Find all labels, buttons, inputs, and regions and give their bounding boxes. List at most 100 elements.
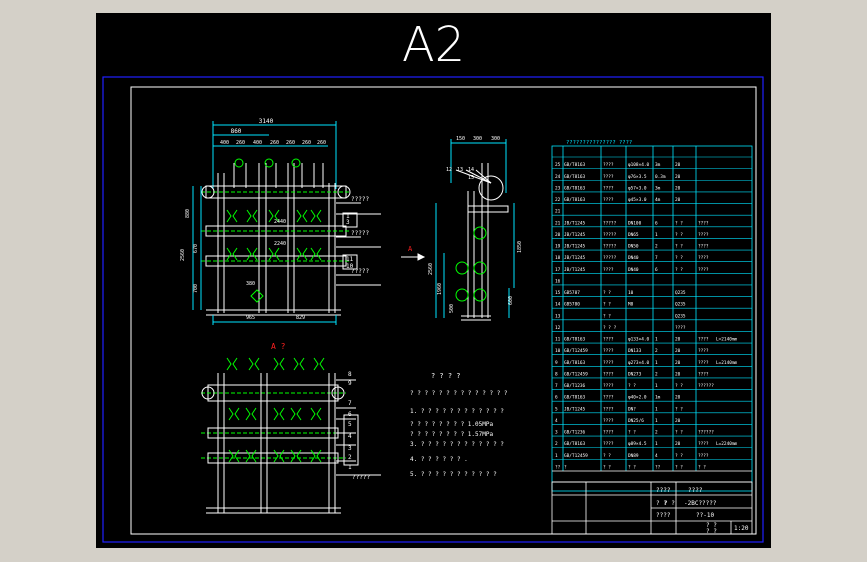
table-cell: 20 — [555, 232, 561, 238]
dim-v-2: 2560 — [180, 249, 186, 261]
table-cell: ? ? — [628, 383, 636, 389]
table-cell: ???? — [698, 220, 709, 226]
tech-note-6: 5. ? ? ? ? ? ? ? ? ? ? ? — [410, 471, 497, 478]
tech-note-3: ? ? ? ? ? ? ? ? 1.57MPa — [410, 431, 493, 438]
table-cell: 8 — [555, 371, 558, 377]
table-cell: 4 — [555, 418, 558, 424]
table-cell: 20 — [675, 197, 681, 203]
table-cell: ???? — [603, 406, 614, 412]
title-block-scale: 1:20 — [734, 525, 749, 532]
title-block-e: -2BC????? — [684, 500, 717, 507]
callout-text-3: ????? — [351, 268, 369, 275]
table-cell: 20 — [675, 348, 681, 354]
table-cell: ???? — [603, 383, 614, 389]
table-cell: 1 — [655, 441, 658, 447]
table-cell: 6 — [655, 267, 658, 273]
table-cell: 1 — [655, 406, 658, 412]
table-cell: φ57×3.0 — [628, 185, 647, 191]
table-cell: ? ? — [628, 465, 636, 471]
table-cell: ???? — [603, 418, 614, 424]
table-cell: 20 — [675, 441, 681, 447]
table-cell: DN65 — [628, 232, 639, 238]
table-cell: GB/T12459 — [564, 453, 588, 459]
table-cell: 19 — [555, 244, 561, 250]
table-cell: GB/T1236 — [564, 383, 586, 389]
callout-11: 11 — [346, 256, 354, 263]
table-cell: L=2140mm — [716, 337, 738, 343]
table-cell: 7 — [555, 383, 558, 389]
table-cell: ???? — [698, 232, 709, 238]
parts-table-rows: 25 GB/T8163???? φ108×4.0 3m 2024 GB/T8163????… — [552, 156, 752, 471]
table-cell: 20 — [675, 185, 681, 191]
table-cell: 2 — [655, 348, 658, 354]
table-cell: ???? — [675, 325, 686, 331]
dim-top-part-6: 260 — [317, 140, 326, 146]
table-cell: 17 — [555, 267, 561, 273]
side-dim-v-0: 2560 — [428, 263, 434, 275]
table-cell: ? ? — [603, 313, 611, 319]
tech-note-0: ? ? ? ? ? ? ? ? ? ? ? ? ? ? — [410, 390, 508, 397]
table-cell: ???? — [603, 441, 614, 447]
table-cell: ???? — [603, 371, 614, 377]
table-cell: 5 — [555, 406, 558, 412]
side-dim-v-4: 500 — [449, 304, 455, 313]
table-cell: φ273×4.0 — [628, 360, 650, 366]
table-cell: Q235 — [675, 302, 686, 308]
table-cell: ???? — [698, 453, 709, 459]
title-block-b: ???? — [688, 487, 703, 494]
leader-14: 14 — [468, 167, 474, 173]
cad-drawing: 25 GB/T8163???? φ108×4.0 3m 2024 GB/T8163????… — [102, 76, 764, 543]
table-cell: ???? — [603, 162, 614, 168]
table-cell: 7 — [655, 255, 658, 261]
tech-note-5: 4. ? ? ? ? ? ? . — [410, 456, 468, 463]
table-cell: 20 — [675, 337, 681, 343]
table-cell: DN273 — [628, 371, 642, 377]
table-cell: ? ? — [675, 430, 683, 436]
section-arrow-label: A — [408, 245, 413, 253]
table-cell: 1 — [655, 383, 658, 389]
table-cell: 1 — [655, 360, 658, 366]
table-cell: φ40×2.0 — [628, 395, 647, 401]
table-cell: ? ? — [675, 267, 683, 273]
table-cell: 21 — [555, 220, 561, 226]
table-cell: 1 — [555, 453, 558, 459]
table-cell: ? ? — [675, 244, 683, 250]
table-cell: φ108×4.0 — [628, 162, 650, 168]
table-cell: 22 — [555, 197, 561, 203]
table-cell: ???? — [698, 337, 709, 343]
table-cell: ?????? — [698, 430, 714, 436]
table-cell: 3 — [555, 430, 558, 436]
table-cell: JB/T1245 — [564, 255, 586, 261]
callout-text-1: ????? — [351, 196, 369, 203]
table-cell: ???? — [603, 197, 614, 203]
dim-mid-2: 2240 — [274, 241, 286, 247]
title-block-d: ? ? — [664, 500, 675, 507]
table-cell: ???? — [603, 337, 614, 343]
table-cell: 25 — [555, 162, 561, 168]
title-block-g: ??-10 — [696, 512, 714, 519]
table-cell: 11 — [555, 337, 561, 343]
table-cell: φ45×3.0 — [628, 197, 647, 203]
table-cell: JB/T1245 — [564, 267, 586, 273]
table-cell: ? ? — [675, 453, 683, 459]
table-cell: ? ? — [698, 465, 706, 471]
table-cell: ????? — [603, 220, 617, 226]
table-cell: GB/T8163 — [564, 185, 586, 191]
table-cell: 14 — [555, 302, 561, 308]
table-cell: GB/T8163 — [564, 197, 586, 203]
table-cell: Q235 — [675, 290, 686, 296]
table-cell: 1 — [655, 232, 658, 238]
table-cell: GB/T8163 — [564, 162, 586, 168]
table-cell: ???? — [603, 360, 614, 366]
table-cell: ???? — [603, 185, 614, 191]
table-cell: DN50 — [628, 244, 639, 250]
table-cell: ???? — [698, 360, 709, 366]
table-cell: 2 — [655, 430, 658, 436]
table-cell: ? ? — [603, 453, 611, 459]
dim-top-part-5: 260 — [302, 140, 311, 146]
dim-v-4: 700 — [193, 284, 199, 293]
title-block-f: ???? — [656, 512, 671, 519]
callout-1: 1 — [346, 213, 350, 220]
table-cell: GB/T1236 — [564, 430, 586, 436]
table-cell: 24 — [555, 174, 561, 180]
